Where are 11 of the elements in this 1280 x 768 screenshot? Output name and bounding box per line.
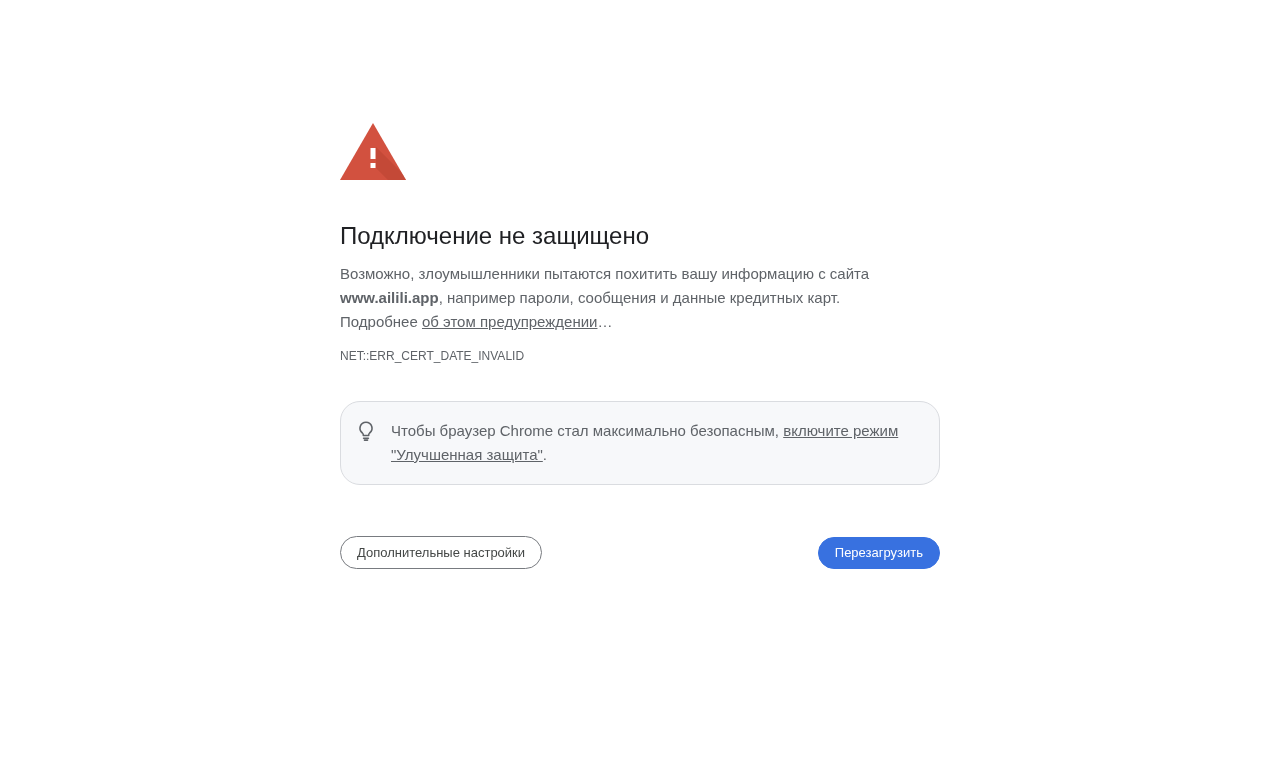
- error-code: NET::ERR_CERT_DATE_INVALID: [340, 348, 526, 364]
- warning-description: Возможно, злоумышленники пытаются похитить вашу информацию с сайта www.ailili.app, например пароли, сообщения и данные кредитных карт. Подробнее об этом предупреждении…: [340, 264, 871, 332]
- advanced-settings-button[interactable]: Дополнительные настройки: [340, 536, 543, 569]
- reload-button[interactable]: Перезагрузить: [817, 536, 940, 569]
- lightbulb-icon: [357, 421, 375, 441]
- enhanced-protection-link[interactable]: "Улучшенная защита": [391, 446, 543, 463]
- tip-text: Чтобы браузер Chrome стал максимально безопасным, включите режим "Улучшенная защита".: [391, 421, 899, 465]
- page-heading: Подключение не защищено: [340, 221, 651, 251]
- learn-more-link[interactable]: об этом предупреждении: [421, 313, 598, 330]
- warning-icon: [340, 123, 406, 180]
- enhanced-protection-link[interactable]: включите режим: [783, 422, 899, 439]
